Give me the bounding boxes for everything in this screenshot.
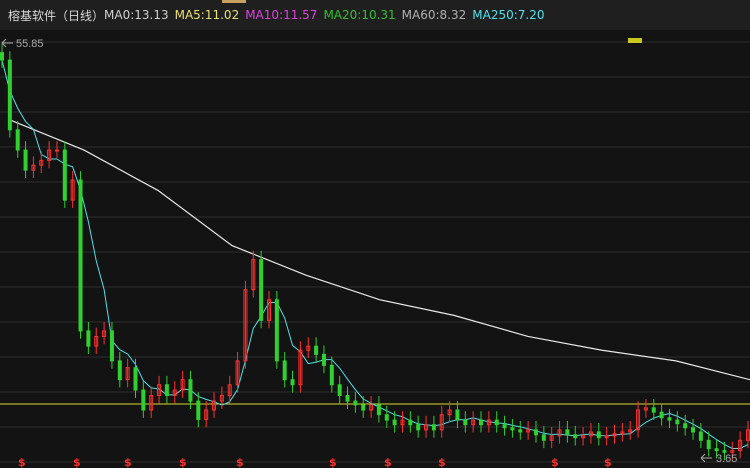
candle: [698, 431, 703, 441]
candle: [188, 379, 193, 402]
candle: [714, 448, 719, 452]
candle: [274, 299, 279, 362]
ma5-label: MA5:11.02: [174, 8, 240, 22]
candle: [15, 129, 20, 151]
candle: [651, 407, 656, 413]
ma10-label: MA10:11.57: [245, 8, 318, 22]
candle: [392, 419, 397, 426]
ma0-label: MA0:13.13: [104, 8, 169, 22]
ma250-label: MA250:7.20: [472, 8, 545, 22]
candle: [141, 389, 146, 411]
candle: [337, 384, 342, 396]
candle: [0, 52, 4, 61]
dividend-marker: $: [329, 456, 337, 468]
candle: [463, 419, 468, 426]
candle: [667, 417, 672, 421]
candle: [345, 394, 350, 402]
candle: [659, 411, 664, 419]
candle: [361, 404, 366, 411]
candle: [196, 400, 201, 420]
dividend-marker: $: [124, 456, 132, 468]
candle: [314, 345, 319, 355]
dividend-marker: $: [384, 456, 392, 468]
candle: [479, 419, 484, 426]
min-arrow-icon: [700, 453, 712, 463]
candle: [541, 434, 546, 441]
candle: [329, 364, 334, 386]
dividend-marker: $: [236, 456, 244, 468]
candle: [117, 360, 122, 381]
stock-title: 榕基软件（日线）: [8, 8, 105, 23]
candle: [455, 409, 460, 421]
candle: [133, 367, 138, 391]
max-arrow-icon: [1, 38, 13, 48]
min-price-label: 3.65: [716, 453, 737, 465]
candle: [54, 149, 59, 152]
candle: [494, 419, 499, 426]
candle: [62, 149, 67, 201]
candle: [164, 384, 169, 396]
candle: [282, 360, 287, 381]
dividend-marker: $: [551, 456, 559, 468]
ma250-line: [9, 119, 750, 381]
candle: [290, 379, 295, 386]
candle: [706, 439, 711, 450]
dividend-marker: $: [604, 456, 612, 468]
candle: [596, 431, 601, 439]
candle: [431, 424, 436, 431]
max-price-label: 55.85: [16, 38, 44, 50]
candle: [321, 353, 326, 366]
candle: [510, 427, 515, 431]
candle: [533, 429, 538, 436]
candle: [675, 419, 680, 425]
candle: [7, 59, 12, 131]
candle: [408, 419, 413, 426]
candle: [573, 434, 578, 439]
dividend-marker: $: [179, 456, 187, 468]
ma20-label: MA20:10.31: [323, 8, 396, 22]
candle: [86, 330, 91, 347]
yellow-flag-icon: [628, 38, 642, 43]
candle: [565, 429, 570, 436]
candle: [683, 423, 688, 429]
candle: [109, 330, 114, 362]
active-tab-indicator: [222, 0, 246, 3]
ma20-line: [1, 59, 749, 449]
candle: [384, 414, 389, 421]
candle: [518, 429, 523, 433]
candle: [376, 404, 381, 416]
candle: [691, 427, 696, 433]
candle: [416, 424, 421, 431]
dividend-marker: $: [18, 456, 26, 468]
candle: [502, 424, 507, 429]
ma60-label: MA60:8.32: [401, 8, 467, 22]
dividend-marker: $: [438, 456, 446, 468]
candlestick-chart[interactable]: 55.85 3.65 $ $ $ $ $ $ $ $ $ $: [0, 30, 750, 468]
candle: [353, 400, 358, 406]
dividend-marker: $: [73, 456, 81, 468]
candle: [259, 259, 264, 321]
chart-header: 榕基软件（日线） MA0:13.13 MA5:11.02 MA10:11.57 …: [0, 0, 750, 30]
candle: [23, 149, 28, 171]
candle: [78, 179, 83, 332]
